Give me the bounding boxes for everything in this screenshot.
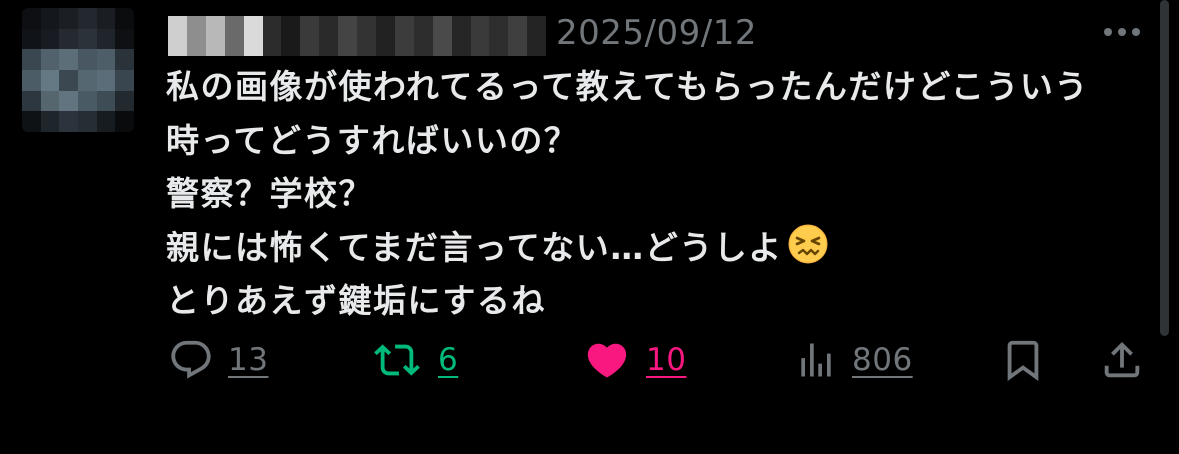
post-text-line: 私の画像が使われてるって教えてもらったんだけどこういう bbox=[166, 67, 1089, 106]
reply-count: 13 bbox=[228, 342, 269, 378]
username-pixelated[interactable] bbox=[168, 16, 547, 56]
post-timestamp[interactable]: 2025/09/12 bbox=[556, 10, 757, 56]
post-text-line-text: 親には怖くてまだ言ってない…どうしよ bbox=[166, 227, 783, 267]
views-count: 806 bbox=[852, 342, 913, 378]
like-button[interactable]: 10 bbox=[582, 330, 686, 390]
reply-button[interactable]: 13 bbox=[168, 330, 268, 390]
repost-count: 6 bbox=[438, 342, 459, 378]
share-upload-icon bbox=[1104, 341, 1140, 378]
speech-bubble-icon bbox=[171, 340, 211, 379]
post-text-line: 親には怖くてまだ言ってない…どうしよ bbox=[166, 221, 1156, 275]
repost-arrows-icon bbox=[374, 344, 420, 376]
post-text-line: とりあえず鍵垢にするね bbox=[166, 281, 546, 320]
action-bar: 13 6 10 806 bbox=[0, 330, 1179, 390]
heart-icon bbox=[587, 343, 627, 378]
post-text-line: 時ってどうすればいいの？ bbox=[166, 120, 579, 160]
confounded-face-icon bbox=[788, 224, 828, 263]
post-text-line: 警察？学校？ bbox=[166, 174, 373, 213]
like-count: 10 bbox=[646, 342, 687, 378]
share-button[interactable] bbox=[1098, 330, 1146, 390]
avatar[interactable] bbox=[22, 8, 134, 132]
bookmark-icon bbox=[1007, 340, 1039, 381]
views-button[interactable]: 806 bbox=[794, 330, 913, 390]
bookmark-button[interactable] bbox=[1000, 330, 1046, 390]
post-text: 私の画像が使われてるって教えてもらったんだけどこういう 時ってどうすればいいの？… bbox=[166, 60, 1156, 328]
repost-button[interactable]: 6 bbox=[370, 330, 458, 390]
scrollbar[interactable] bbox=[1160, 0, 1169, 336]
more-dots-icon[interactable] bbox=[1104, 28, 1140, 36]
bar-chart-icon bbox=[801, 343, 831, 377]
